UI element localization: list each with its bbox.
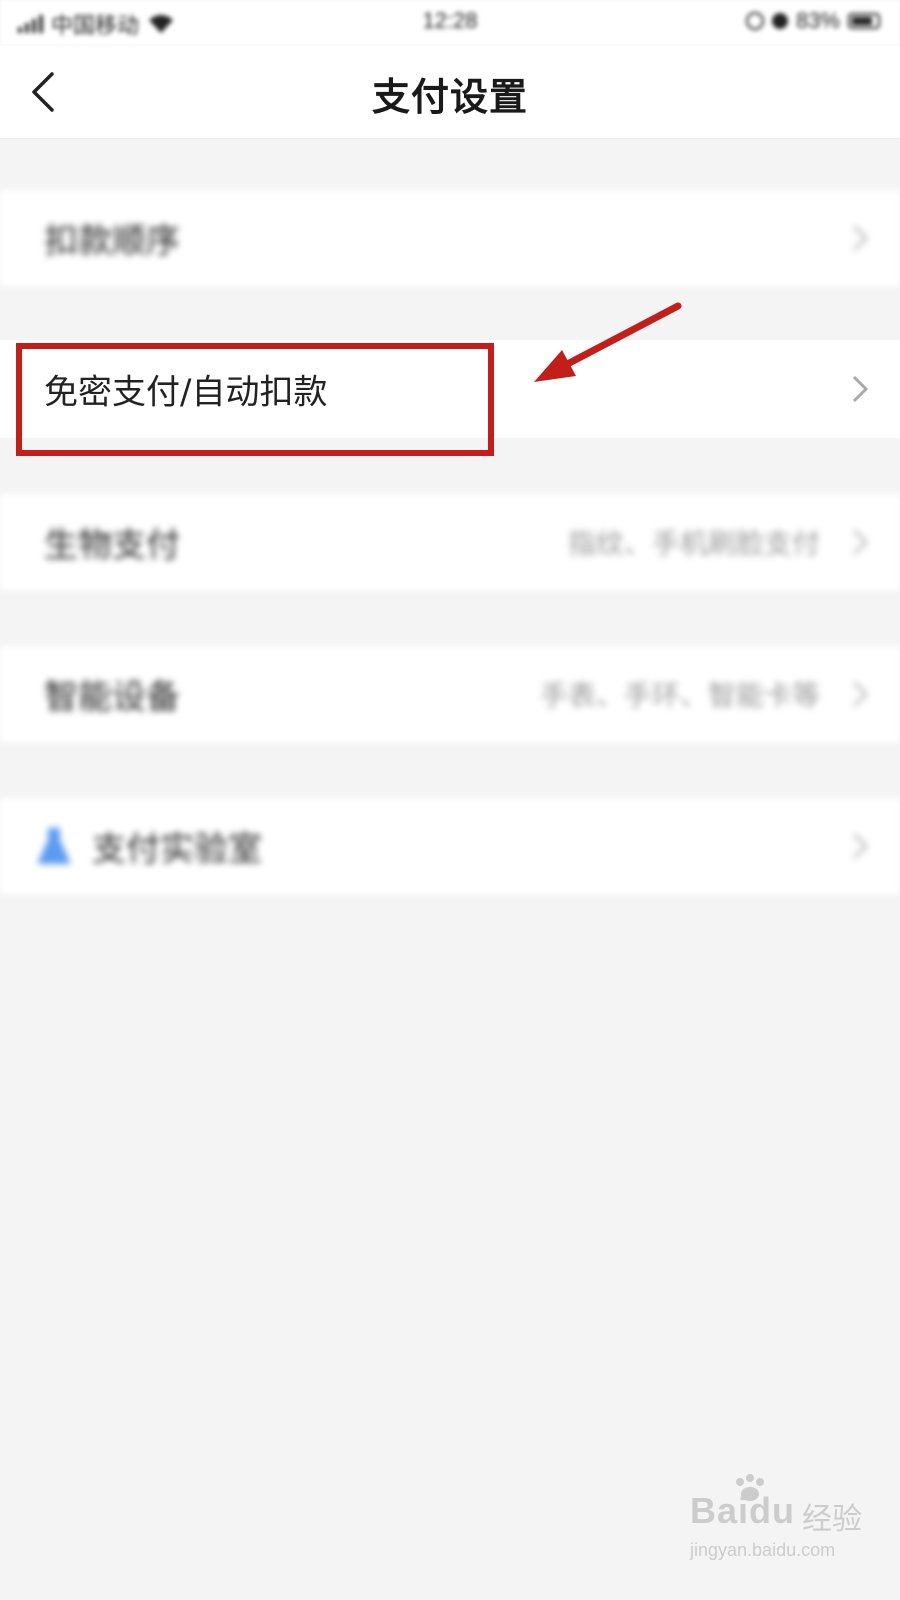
row-smart-devices[interactable]: 智能设备 手表、手环、智能卡等 (0, 646, 900, 742)
row-label: 扣款顺序 (44, 221, 180, 262)
battery-percent: 83% (795, 8, 840, 33)
watermark-product: 经验 (802, 1503, 862, 1536)
alarm-icon (745, 12, 764, 30)
chevron-right-icon (852, 375, 869, 403)
watermark-brand: Baidu (690, 1490, 796, 1531)
row-payment-lab[interactable]: 支付实验室 (0, 798, 900, 894)
battery-icon (848, 13, 880, 29)
row-label: 生物支付 (44, 525, 180, 566)
chevron-right-icon (852, 680, 869, 708)
row-hint: 手表、手环、智能卡等 (539, 679, 820, 712)
page-title: 支付设置 (371, 75, 528, 119)
row-label: 智能设备 (44, 677, 180, 718)
status-bar: 中国移动 12:28 83% (0, 0, 900, 46)
row-label: 支付实验室 (92, 829, 262, 870)
annotation-arrow-icon (534, 302, 682, 382)
row-biometric-payment[interactable]: 生物支付 指纹、手机刷脸支付 (0, 494, 900, 590)
chevron-right-icon (852, 528, 869, 556)
nav-bar: 支付设置 (0, 46, 900, 139)
lock-rotation-icon (771, 13, 788, 29)
row-label: 免密支付/自动扣款 (44, 372, 328, 413)
row-password-free-payment[interactable]: 免密支付/自动扣款 (0, 340, 900, 438)
lab-flask-icon (37, 828, 71, 864)
chevron-right-icon (852, 832, 869, 860)
watermark-url: jingyan.baidu.com (690, 1540, 836, 1560)
status-right: 83% (745, 8, 880, 34)
chevron-right-icon (852, 224, 869, 252)
row-hint: 指纹、手机刷脸支付 (567, 527, 820, 560)
row-deduction-order[interactable]: 扣款顺序 (0, 190, 900, 286)
baidu-jingyan-watermark: Baidu 经验 jingyan.baidu.com (690, 1474, 880, 1580)
